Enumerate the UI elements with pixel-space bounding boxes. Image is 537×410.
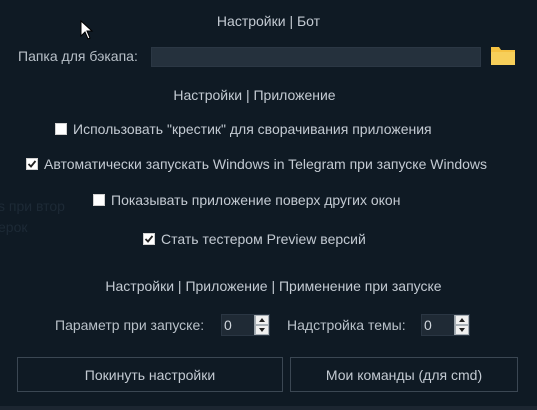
checkmark-icon [27,160,37,168]
option-label: Автоматически запускать Windows in Teleg… [44,156,488,172]
launch-param-spinner[interactable]: 0 [221,314,270,336]
option-label: Использовать "крестик" для сворачивания … [73,121,432,137]
window-bottom-edge [0,406,537,410]
background-ghost-text: ерок [0,219,28,235]
backup-folder-input[interactable] [151,47,481,67]
background-ghost-text: s при втор [0,198,65,214]
exit-settings-button[interactable]: Покинуть настройки [17,357,283,392]
app-settings-title: Настройки | Приложение [173,87,336,103]
folder-icon[interactable] [490,44,516,66]
option-autostart-windows[interactable]: Автоматически запускать Windows in Teleg… [26,156,487,172]
checkmark-icon [144,235,154,243]
theme-label: Надстройка темы: [287,317,406,333]
my-commands-button[interactable]: Мои команды (для cmd) [290,357,518,392]
option-close-button-minimize[interactable]: Использовать "крестик" для сворачивания … [55,121,432,137]
spin-down-icon[interactable] [255,325,269,335]
bot-settings-title: Настройки | Бот [216,13,321,29]
startup-settings-title: Настройки | Приложение | Применение при … [105,278,442,294]
option-preview-tester[interactable]: Стать тестером Preview версий [143,231,366,247]
theme-value[interactable]: 0 [422,315,454,335]
checkbox[interactable] [55,123,67,135]
checkbox[interactable] [143,233,155,245]
backup-folder-label: Папка для бэкапа: [18,48,138,64]
spin-up-icon[interactable] [255,315,269,325]
option-label: Показывать приложение поверх других окон [111,192,401,208]
launch-param-value[interactable]: 0 [222,315,254,335]
theme-spinner[interactable]: 0 [421,314,470,336]
option-always-on-top[interactable]: Показывать приложение поверх других окон [93,192,400,208]
checkbox[interactable] [93,194,105,206]
option-label: Стать тестером Preview версий [161,231,366,247]
spin-down-icon[interactable] [455,325,469,335]
launch-param-label: Параметр при запуске: [55,317,205,333]
spin-up-icon[interactable] [455,315,469,325]
checkbox[interactable] [26,158,38,170]
